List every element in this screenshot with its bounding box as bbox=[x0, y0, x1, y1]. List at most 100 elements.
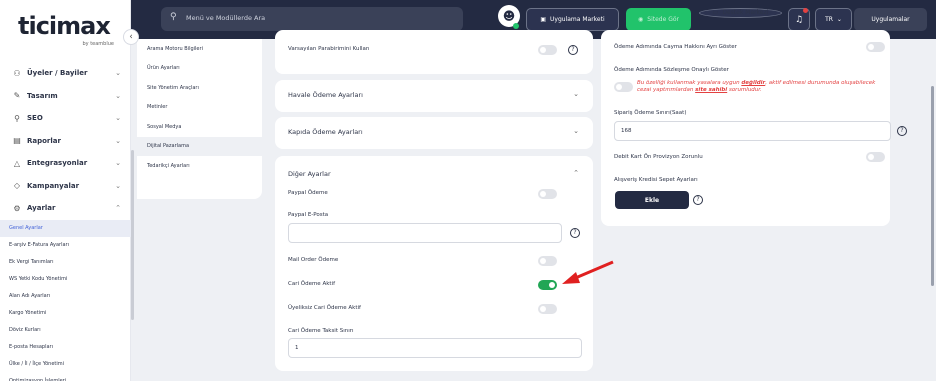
eye-icon: ◉ bbox=[638, 16, 644, 23]
ticimax-logo[interactable]: ticimax by teamblue bbox=[18, 12, 118, 52]
main-scrollbar[interactable] bbox=[931, 86, 934, 286]
submenu-item[interactable]: Ürün Ayarları bbox=[137, 59, 262, 79]
chevron-down-icon: ⌄ bbox=[573, 127, 579, 135]
app-root: ticimax by teamblue ⚇ Üyeler / Bayiler ⌄ ✎… bbox=[0, 0, 936, 381]
kapida-accordion[interactable]: Kapıda Ödeme Ayarları ⌄ bbox=[275, 117, 593, 149]
sidebar-item-tasarim[interactable]: ✎ Tasarım ⌄ bbox=[0, 85, 131, 108]
cari-odeme-label: Cari Ödeme Aktif bbox=[288, 281, 336, 287]
users-icon: ⚇ bbox=[13, 68, 21, 78]
view-site-button[interactable]: ◉ Sitede Gör bbox=[626, 8, 691, 31]
warning-emphasis: değildir bbox=[741, 80, 766, 86]
submenu-item[interactable]: Tedarikçi Ayarları bbox=[137, 156, 262, 176]
siparis-input[interactable]: 168 bbox=[614, 121, 891, 141]
sidebar-item-label: Üyeler / Bayiler bbox=[27, 69, 88, 78]
logo-text: ticimax bbox=[18, 12, 111, 40]
help-icon[interactable]: ? bbox=[570, 228, 580, 238]
chat-icon: ▭ bbox=[712, 9, 719, 16]
report-icon: ▤ bbox=[13, 136, 21, 146]
sidebar-item-entegrasyonlar[interactable]: △ Entegrasyonlar ⌄ bbox=[0, 152, 131, 175]
submenu-item-dijital-pazarlama[interactable]: Dijital Pazarlama bbox=[137, 136, 262, 156]
cari-odeme-toggle[interactable] bbox=[538, 280, 557, 290]
submenu-item[interactable]: Sosyal Medya bbox=[137, 117, 262, 137]
integration-icon: △ bbox=[13, 158, 21, 168]
siparis-label: Sipariş Ödeme Sınırı(Saat) bbox=[614, 110, 687, 116]
havale-title: Havale Ödeme Ayarları bbox=[288, 91, 363, 99]
default-currency-toggle[interactable] bbox=[538, 45, 557, 55]
sidebar-subitem[interactable]: Kargo Yönetimi bbox=[0, 305, 131, 322]
view-site-label: Sitede Gör bbox=[647, 16, 679, 23]
bell-icon: ♫ bbox=[794, 14, 804, 25]
paypal-toggle[interactable] bbox=[538, 189, 557, 199]
sidebar-subitem-genel-ayarlar[interactable]: Genel Ayarlar bbox=[0, 219, 131, 237]
warning-text: Bu özelliği kullanmak yasalara uygun bbox=[637, 80, 742, 86]
havale-accordion[interactable]: Havale Ödeme Ayarları ⌄ bbox=[275, 80, 593, 112]
sidebar-subitem[interactable]: E-arşiv E-Fatura Ayarları bbox=[0, 237, 131, 254]
sidebar-item-label: Raporlar bbox=[27, 136, 61, 145]
store-icon: ▣ bbox=[540, 16, 547, 23]
brush-icon: ✎ bbox=[13, 91, 21, 101]
taksit-input[interactable]: 1 bbox=[288, 338, 582, 358]
sidebar-item-label: Entegrasyonlar bbox=[27, 159, 88, 168]
mail-order-label: Mail Order Ödeme bbox=[288, 257, 339, 263]
collapse-sidebar-button[interactable]: ‹ bbox=[123, 29, 139, 45]
alisveris-label: Alışveriş Kredisi Sepet Ayarları bbox=[614, 177, 698, 183]
mail-order-toggle[interactable] bbox=[538, 256, 557, 266]
warning-text: sorumludur. bbox=[727, 87, 762, 93]
chevron-down-icon: ⌄ bbox=[115, 181, 121, 190]
sidebar-item-label: Kampanyalar bbox=[27, 181, 80, 190]
chevron-up-icon[interactable]: ⌃ bbox=[573, 169, 579, 177]
search-icon: ⚲ bbox=[170, 12, 177, 22]
taksit-label: Cari Ödeme Taksit Sınırı bbox=[288, 328, 354, 334]
debit-toggle[interactable] bbox=[866, 152, 885, 162]
paypal-email-field[interactable] bbox=[288, 223, 562, 243]
sidebar-subitem[interactable]: Ek Vergi Tanımları bbox=[0, 254, 131, 271]
chevron-down-icon: ⌄ bbox=[115, 91, 121, 100]
logo-subtext: by teamblue bbox=[82, 41, 114, 47]
sidebar-item-label: Ayarlar bbox=[27, 204, 56, 213]
sidebar-item-seo[interactable]: ⚲ SEO ⌄ bbox=[0, 107, 131, 130]
sidebar-subitem[interactable]: Optimizasyon İşlemleri bbox=[0, 373, 131, 381]
uyeliksiz-cari-toggle[interactable] bbox=[538, 304, 557, 314]
sidebar-item-ayarlar[interactable]: ⚙ Ayarlar ⌃ bbox=[0, 197, 131, 220]
apps-button[interactable]: Uygulamalar bbox=[854, 8, 927, 31]
submenu-item[interactable]: Metinler bbox=[137, 98, 262, 118]
submenu-item[interactable]: Arama Motoru Bilgileri bbox=[137, 39, 262, 59]
sidebar-item-raporlar[interactable]: ▤ Raporlar ⌄ bbox=[0, 130, 131, 153]
help-center-button[interactable]: ▭ Destek Merkezi bbox=[699, 8, 782, 18]
chevron-down-icon: ⌄ bbox=[115, 69, 121, 78]
submenu-item[interactable]: Site Yönetim Araçları bbox=[137, 78, 262, 98]
gear-icon: ⚙ bbox=[13, 203, 21, 213]
settings-submenu: Arama Motoru Bilgileri Ürün Ayarları Sit… bbox=[137, 39, 262, 199]
legal-warning: Bu özelliği kullanmak yasalara uygun değ… bbox=[637, 80, 887, 94]
currency-card: Varsayılan Parabirimini Kullan ? bbox=[275, 30, 593, 74]
sidebar-subitem[interactable]: Döviz Kurları bbox=[0, 322, 131, 339]
sidebar-subitem[interactable]: Alan Adı Ayarları bbox=[0, 288, 131, 305]
sidebar-subitem[interactable]: WS Yetki Kodu Yönetimi bbox=[0, 271, 131, 288]
search-input[interactable]: ⚲ Menü ve Modüllerde Ara bbox=[161, 7, 463, 31]
sidebar-item-kampanyalar[interactable]: ◇ Kampanyalar ⌄ bbox=[0, 175, 131, 198]
sidebar-scrollbar[interactable] bbox=[131, 150, 134, 320]
help-icon[interactable]: ? bbox=[693, 195, 703, 205]
sidebar-subitem[interactable]: Ülke / İl / İlçe Yönetimi bbox=[0, 356, 131, 373]
search-icon: ⚲ bbox=[14, 113, 20, 123]
apps-label: Uygulamalar bbox=[871, 16, 910, 23]
app-market-button[interactable]: ▣ Uygulama Marketi bbox=[526, 8, 619, 31]
ekle-button[interactable]: Ekle bbox=[615, 191, 689, 209]
chevron-down-icon: ⌄ bbox=[836, 16, 842, 23]
diger-title: Diğer Ayarlar bbox=[288, 170, 331, 178]
sidebar-item-uyeler[interactable]: ⚇ Üyeler / Bayiler ⌄ bbox=[0, 62, 131, 85]
help-icon[interactable]: ? bbox=[568, 45, 578, 55]
sozlesme-toggle[interactable] bbox=[614, 82, 633, 92]
payment-settings-card: Ödeme Adımında Cayma Hakkını Ayrı Göster… bbox=[601, 30, 907, 226]
cayma-toggle[interactable] bbox=[866, 42, 885, 52]
online-status-dot bbox=[513, 23, 519, 29]
sidebar-nav: ⚇ Üyeler / Bayiler ⌄ ✎ Tasarım ⌄ ⚲ SEO ⌄ ▤ Rapo… bbox=[0, 62, 131, 381]
warning-emphasis: site sahibi bbox=[695, 87, 728, 93]
sidebar-subitem[interactable]: E-posta Hesapları bbox=[0, 339, 131, 356]
language-selector[interactable]: TR ⌄ bbox=[815, 8, 852, 31]
sozlesme-label: Ödeme Adımında Sözleşme Onaylı Göster bbox=[614, 67, 729, 73]
debit-label: Debit Kart Ön Provizyon Zorunlu bbox=[614, 154, 703, 160]
chevron-up-icon: ⌃ bbox=[115, 204, 121, 213]
help-icon[interactable]: ? bbox=[897, 126, 907, 136]
language-label: TR bbox=[825, 16, 833, 23]
